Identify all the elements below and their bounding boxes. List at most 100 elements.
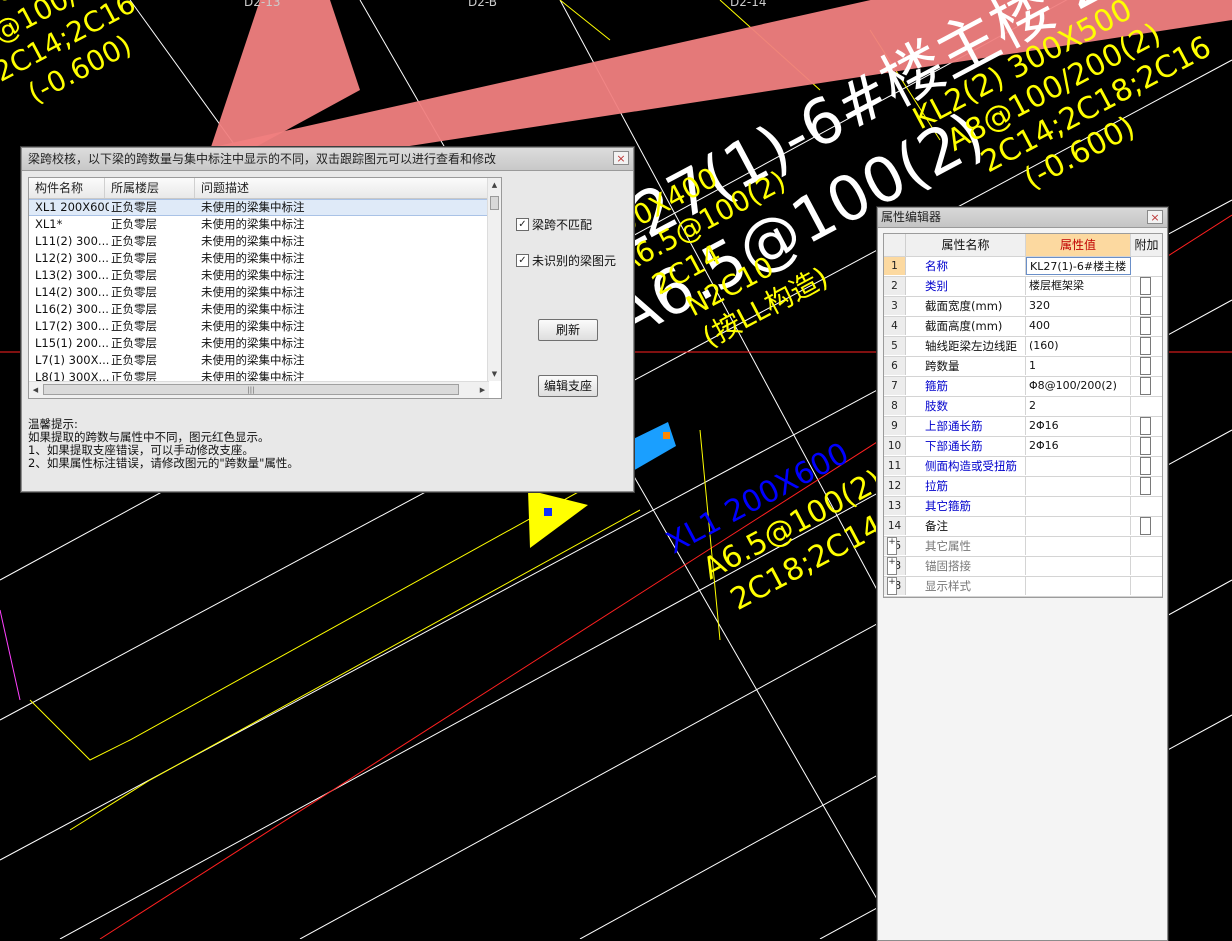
- extra-checkbox[interactable]: [1140, 437, 1151, 455]
- scroll-down-icon[interactable]: ▼: [488, 367, 501, 381]
- property-extra-cell: [1131, 497, 1162, 515]
- property-name: 轴线距梁左边线距: [906, 337, 1026, 355]
- extra-checkbox[interactable]: [1140, 457, 1151, 475]
- property-row-number: 3: [884, 297, 906, 315]
- column-header-name[interactable]: 构件名称: [29, 178, 105, 198]
- issue-row[interactable]: XL1 200X600 正负零层 未使用的梁集中标注: [29, 199, 489, 216]
- orange-grip[interactable]: [663, 432, 670, 439]
- expand-plus-icon[interactable]: +: [887, 577, 897, 595]
- extra-checkbox[interactable]: [1140, 417, 1151, 435]
- dialog-title: 梁跨校核，以下梁的跨数量与集中标注中显示的不同，双击跟踪图元可以进行查看和修改: [22, 148, 633, 171]
- property-row[interactable]: 1 名称 KL27(1)-6#楼主楼: [884, 257, 1162, 277]
- property-row[interactable]: 4 截面高度(mm) 400: [884, 317, 1162, 337]
- property-row[interactable]: 2 类别 楼层框架梁: [884, 277, 1162, 297]
- property-value[interactable]: KL27(1)-6#楼主楼: [1026, 257, 1131, 275]
- issue-row[interactable]: L13(2) 300... 正负零层 未使用的梁集中标注: [29, 267, 489, 284]
- property-editor-close-button[interactable]: ×: [1147, 210, 1163, 224]
- hscroll-thumb[interactable]: |||: [43, 384, 459, 395]
- span-mismatch-checkbox[interactable]: ✓ 梁跨不匹配: [516, 216, 592, 233]
- extra-checkbox[interactable]: [1140, 517, 1151, 535]
- property-row[interactable]: 14 备注: [884, 517, 1162, 537]
- property-row[interactable]: 13 其它箍筋: [884, 497, 1162, 517]
- issue-row[interactable]: L17(2) 300... 正负零层 未使用的梁集中标注: [29, 318, 489, 335]
- property-row[interactable]: 6 跨数量 1: [884, 357, 1162, 377]
- scroll-thumb[interactable]: [490, 196, 499, 210]
- property-name: 截面宽度(mm): [906, 297, 1026, 315]
- issue-row-description: 未使用的梁集中标注: [201, 353, 305, 367]
- property-row[interactable]: 5 轴线距梁左边线距 (160): [884, 337, 1162, 357]
- scroll-up-icon[interactable]: ▲: [488, 178, 501, 192]
- axis-label-3: D2-14: [730, 0, 766, 9]
- issue-row-description: 未使用的梁集中标注: [201, 336, 305, 350]
- extra-checkbox[interactable]: [1140, 337, 1151, 355]
- property-extra-cell: [1131, 577, 1162, 595]
- property-value[interactable]: [1026, 477, 1131, 495]
- issue-row[interactable]: XL1* 正负零层 未使用的梁集中标注: [29, 216, 489, 233]
- property-row[interactable]: 3 截面宽度(mm) 320: [884, 297, 1162, 317]
- extra-checkbox[interactable]: [1140, 477, 1151, 495]
- list-horizontal-scrollbar[interactable]: ◀ ||| ▶: [29, 381, 489, 398]
- unrecognized-beam-checkbox[interactable]: ✓ 未识别的梁图元: [516, 252, 616, 269]
- expand-plus-icon[interactable]: +: [887, 537, 897, 555]
- extra-checkbox[interactable]: [1140, 377, 1151, 395]
- issue-row[interactable]: L7(1) 300X... 正负零层 未使用的梁集中标注: [29, 352, 489, 369]
- property-name-text: 备注: [925, 519, 948, 533]
- property-value[interactable]: 1: [1026, 357, 1131, 375]
- property-row[interactable]: 11 侧面构造或受扭筋: [884, 457, 1162, 477]
- issue-row[interactable]: L15(1) 200... 正负零层 未使用的梁集中标注: [29, 335, 489, 352]
- property-row[interactable]: 12 拉筋: [884, 477, 1162, 497]
- property-value[interactable]: 320: [1026, 297, 1131, 315]
- extra-checkbox[interactable]: [1140, 317, 1151, 335]
- property-value[interactable]: [1026, 557, 1131, 575]
- column-header-issue[interactable]: 问题描述: [195, 178, 489, 198]
- refresh-button[interactable]: 刷新: [538, 319, 598, 341]
- property-value[interactable]: [1026, 577, 1131, 595]
- issue-list[interactable]: 构件名称 所属楼层 问题描述 XL1 200X600 正负零层 未使用的梁集中标注 X…: [28, 177, 502, 399]
- property-row-number: 10: [884, 437, 906, 455]
- dialog-close-button[interactable]: ×: [613, 151, 629, 165]
- property-extra-cell: [1131, 337, 1162, 355]
- list-vertical-scrollbar[interactable]: ▲ ▼: [487, 178, 501, 381]
- property-row[interactable]: 7 箍筋 Φ8@100/200(2): [884, 377, 1162, 397]
- property-value[interactable]: [1026, 497, 1131, 515]
- property-value[interactable]: 楼层框架梁: [1026, 277, 1131, 295]
- axis-label-1: D2-13: [244, 0, 280, 9]
- issue-row[interactable]: L14(2) 300... 正负零层 未使用的梁集中标注: [29, 284, 489, 301]
- property-value[interactable]: [1026, 457, 1131, 475]
- column-header-extra[interactable]: 附加: [1131, 234, 1162, 256]
- property-value[interactable]: [1026, 537, 1131, 555]
- property-row[interactable]: 38+显示样式: [884, 577, 1162, 597]
- extra-checkbox[interactable]: [1140, 297, 1151, 315]
- property-value[interactable]: 2Φ16: [1026, 437, 1131, 455]
- scroll-left-icon[interactable]: ◀: [29, 382, 42, 398]
- property-row[interactable]: 23+锚固搭接: [884, 557, 1162, 577]
- edit-support-button[interactable]: 编辑支座: [538, 375, 598, 397]
- issue-row-floor: 正负零层: [111, 217, 157, 231]
- column-header-prop-name[interactable]: 属性名称: [906, 234, 1026, 256]
- property-value[interactable]: 2Φ16: [1026, 417, 1131, 435]
- expand-plus-icon[interactable]: +: [887, 557, 897, 575]
- issue-row[interactable]: L16(2) 300... 正负零层 未使用的梁集中标注: [29, 301, 489, 318]
- property-row[interactable]: 10 下部通长筋 2Φ16: [884, 437, 1162, 457]
- scroll-right-icon[interactable]: ▶: [476, 382, 489, 398]
- property-value[interactable]: 2: [1026, 397, 1131, 415]
- property-row[interactable]: 9 上部通长筋 2Φ16: [884, 417, 1162, 437]
- property-row[interactable]: 15+其它属性: [884, 537, 1162, 557]
- extra-checkbox[interactable]: [1140, 277, 1151, 295]
- property-value[interactable]: [1026, 517, 1131, 535]
- issue-row[interactable]: L8(1) 300X... 正负零层 未使用的梁集中标注: [29, 369, 489, 381]
- selection-grip[interactable]: [544, 508, 552, 516]
- issue-row[interactable]: L12(2) 300... 正负零层 未使用的梁集中标注: [29, 250, 489, 267]
- property-row[interactable]: 8 肢数 2: [884, 397, 1162, 417]
- checkmark-icon: ✓: [516, 218, 529, 231]
- property-row-number: 5: [884, 337, 906, 355]
- property-value[interactable]: 400: [1026, 317, 1131, 335]
- property-value[interactable]: (160): [1026, 337, 1131, 355]
- extra-checkbox[interactable]: [1140, 357, 1151, 375]
- issue-row[interactable]: L11(2) 300... 正负零层 未使用的梁集中标注: [29, 233, 489, 250]
- column-header-floor[interactable]: 所属楼层: [105, 178, 195, 198]
- property-editor-title: 属性编辑器: [878, 208, 1167, 228]
- column-header-prop-value[interactable]: 属性值: [1026, 234, 1131, 256]
- property-value[interactable]: Φ8@100/200(2): [1026, 377, 1131, 395]
- property-grid-header: 属性名称 属性值 附加: [884, 234, 1162, 257]
